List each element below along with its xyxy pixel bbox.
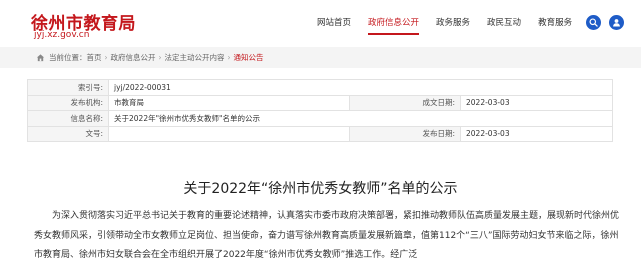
nav-gov-info[interactable]: 政府信息公开 [368,16,420,35]
publisher-label: 发布机构: [27,94,109,111]
nav-gov-service[interactable]: 政务服务 [436,16,470,32]
search-icon [589,18,598,27]
publish-date-label: 发布日期: [349,125,461,142]
breadcrumb-bar: 当前位置： 首页 › 政府信息公开 › 法定主动公开内容 › 通知公告 [0,47,641,68]
breadcrumb-gov-info[interactable]: 政府信息公开 [111,52,156,63]
user-icon [613,19,620,27]
breadcrumb: 当前位置： 首页 › 政府信息公开 › 法定主动公开内容 › 通知公告 [36,52,264,63]
publish-date-value: 2022-03-03 [460,125,613,142]
breadcrumb-current: 通知公告 [233,53,264,62]
publisher-value: 市教育局 [108,94,350,111]
main-nav: 网站首页 政府信息公开 政务服务 政民互动 教育服务 [317,16,589,35]
breadcrumb-prefix: 当前位置： [49,53,87,62]
article-title: 关于2022年“徐州市优秀女教师”名单的公示 [183,181,458,197]
doc-number-value [108,125,350,142]
breadcrumb-separator: › [104,53,108,62]
nav-home[interactable]: 网站首页 [317,16,351,32]
home-icon [36,54,45,62]
breadcrumb-separator: › [227,53,231,62]
search-button[interactable] [586,15,601,30]
index-value: jyj/2022-00031 [108,79,613,96]
breadcrumb-separator: › [158,53,162,62]
article-paragraph: 为深入贯彻落实习近平总书记关于教育的重要论述精神，认真落实市委市政府决策部署，紧… [34,211,620,260]
nav-edu-service[interactable]: 教育服务 [538,16,572,32]
table-row: 信息名称: 关于2022年"徐州市优秀女教师"名单的公示 [27,110,613,127]
table-row: 文号: 发布日期: 2022-03-03 [27,125,613,142]
table-row: 索引号: jyj/2022-00031 [27,79,613,96]
doc-number-label: 文号: [27,125,109,142]
info-name-value: 关于2022年"徐州市优秀女教师"名单的公示 [108,110,613,127]
document-info-table: 索引号: jyj/2022-00031 发布机构: 市教育局 成文日期: 202… [27,79,613,142]
info-name-label: 信息名称: [27,110,109,127]
created-date-label: 成文日期: [349,94,461,111]
user-button[interactable] [609,15,624,30]
table-row: 发布机构: 市教育局 成文日期: 2022-03-03 [27,94,613,111]
site-domain: jyj.xz.gov.cn [34,30,90,40]
created-date-value: 2022-03-03 [460,94,613,111]
index-label: 索引号: [27,79,109,96]
breadcrumb-legal-content[interactable]: 法定主动公开内容 [165,52,225,63]
site-header: 徐州市教育局 jyj.xz.gov.cn 网站首页 政府信息公开 政务服务 政民… [0,0,641,44]
nav-interaction[interactable]: 政民互动 [487,16,521,32]
breadcrumb-home[interactable]: 首页 [87,52,102,63]
article-body: 为深入贯彻落实习近平总书记关于教育的重要论述精神，认真落实市委市政府决策部署，紧… [34,207,620,266]
